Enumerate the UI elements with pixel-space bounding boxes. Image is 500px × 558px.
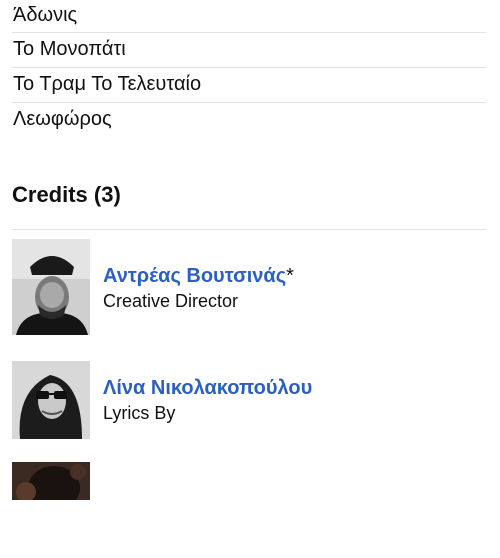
credit-name-suffix: * (286, 265, 294, 287)
track-row[interactable]: Το Μονοπάτι (12, 33, 486, 68)
track-row[interactable]: Άδωνις (12, 0, 486, 33)
person-photo-icon[interactable] (12, 239, 90, 335)
person-photo-icon[interactable] (12, 462, 90, 558)
track-row[interactable]: Το Τραμ Το Τελευταίο (12, 68, 486, 103)
credit-role: Creative Director (103, 291, 239, 311)
credits-divider (12, 229, 486, 230)
credit-item: Αντρέας Βουτσινάς* Creative Director (12, 239, 486, 335)
tracklist: Άδωνις Το Μονοπάτι Το Τραμ Το Τελευταίο … (12, 0, 486, 138)
credit-item (12, 462, 486, 558)
track-row[interactable]: Λεωφώρος (12, 103, 486, 138)
credit-item: Λίνα Νικολακοπούλου Lyrics By (12, 361, 486, 457)
credits-heading: Credits (3) (12, 182, 121, 207)
credit-name-link[interactable]: Λίνα Νικολακοπούλου (103, 375, 312, 401)
credit-role: Lyrics By (103, 403, 176, 423)
person-photo-icon[interactable] (12, 361, 90, 457)
credit-name-link[interactable]: Αντρέας Βουτσινάς* (103, 263, 294, 289)
